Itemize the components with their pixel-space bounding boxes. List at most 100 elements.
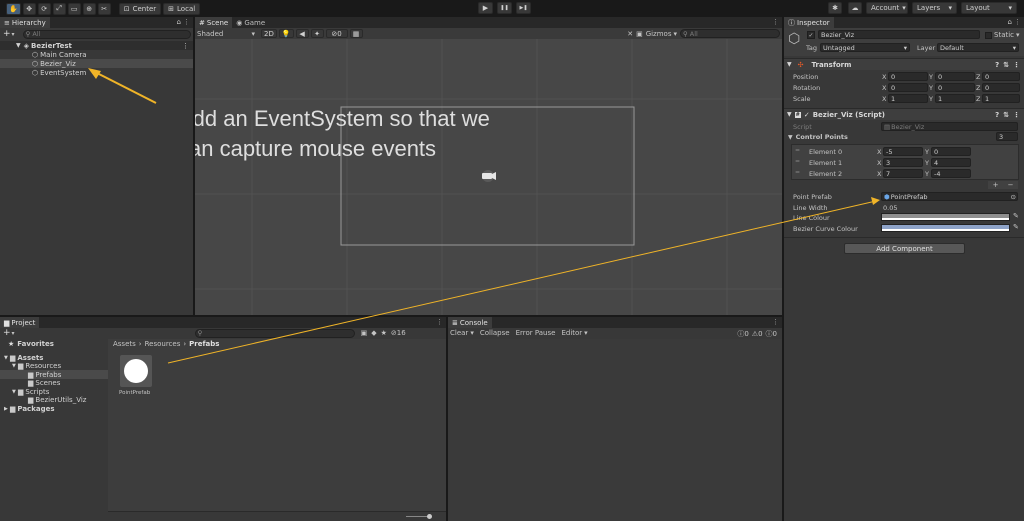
hierarchy-search-input[interactable]: ⚲ All: [22, 29, 191, 39]
layer-dropdown[interactable]: Default ▾: [937, 43, 1019, 52]
element-y-field[interactable]: 0: [931, 147, 971, 156]
tag-dropdown[interactable]: Untagged ▾: [820, 43, 910, 52]
static-checkbox[interactable]: [985, 31, 992, 39]
component-menu-icon[interactable]: ⋮: [1013, 61, 1020, 69]
rect-tool-button[interactable]: ▭: [67, 2, 81, 15]
project-tree-item[interactable]: ▶ ▆ Packages: [0, 404, 108, 413]
scene-viewport[interactable]: Add an EventSystem so that we can captur…: [195, 39, 782, 315]
more-icon[interactable]: ⋮: [772, 18, 779, 26]
rotate-tool-button[interactable]: ⟳: [37, 2, 51, 15]
transform-header[interactable]: ▼ ✣ Transform ? ⇅ ⋮: [784, 58, 1024, 70]
hidden-objects-button[interactable]: ⊘ 0: [325, 29, 348, 38]
hierarchy-item[interactable]: ⬡ EventSystem: [0, 68, 193, 77]
pivot-center-button[interactable]: ⊡ Center: [118, 2, 162, 15]
audio-button[interactable]: ◀: [295, 29, 309, 38]
enabled-checkbox[interactable]: ✓: [804, 111, 810, 119]
add-element-icon[interactable]: +: [993, 181, 999, 189]
scene-row[interactable]: ▼ ◈ BezierTest ⋮: [0, 41, 193, 50]
favorites-item[interactable]: ★ Favorites: [8, 339, 54, 348]
cloud-button[interactable]: ☁: [848, 2, 862, 14]
drag-handle-icon[interactable]: =: [795, 158, 800, 165]
remove-element-icon[interactable]: −: [1008, 181, 1014, 189]
filter-type-icon[interactable]: ▣: [361, 329, 368, 337]
static-toggle[interactable]: Static ▾: [985, 31, 1020, 39]
shading-dropdown[interactable]: Shaded ▾: [197, 30, 255, 38]
step-button[interactable]: ▶❚: [516, 2, 531, 14]
object-picker-icon[interactable]: ⊙: [1011, 193, 1016, 201]
preset-icon[interactable]: ⇅: [1003, 61, 1009, 69]
transform-z-field[interactable]: 1: [982, 94, 1020, 103]
curve-colour-swatch[interactable]: [881, 224, 1010, 232]
active-checkbox[interactable]: ✓: [807, 31, 815, 39]
favorite-icon[interactable]: ★: [381, 329, 387, 337]
component-menu-icon[interactable]: ⋮: [1013, 111, 1020, 119]
help-icon[interactable]: ?: [995, 111, 999, 119]
clear-button[interactable]: Clear ▾: [450, 329, 474, 337]
mode-2d-button[interactable]: 2D: [261, 29, 277, 38]
transform-y-field[interactable]: 0: [935, 72, 975, 81]
tab-project[interactable]: ▆ Project: [0, 317, 40, 328]
transform-x-field[interactable]: 0: [888, 72, 928, 81]
element-x-field[interactable]: 7: [883, 169, 923, 178]
error-filter-button[interactable]: ⓘ0: [737, 329, 748, 339]
tab-game[interactable]: ◉ Game: [232, 17, 269, 28]
asset-tile[interactable]: [120, 355, 152, 387]
layers-dropdown[interactable]: Layers ▾: [912, 2, 957, 14]
transform-x-field[interactable]: 1: [888, 94, 928, 103]
scene-menu-icon[interactable]: ⋮: [182, 42, 189, 50]
eyedropper-icon[interactable]: ✎: [1013, 223, 1019, 231]
transform-z-field[interactable]: 0: [982, 83, 1020, 92]
collab-button[interactable]: ✱: [828, 2, 842, 14]
camera-icon[interactable]: ▣: [636, 30, 643, 38]
script-field[interactable]: ▤ Bezier_Viz: [881, 122, 1018, 131]
more-icon[interactable]: ⋮: [1014, 18, 1021, 26]
error-pause-button[interactable]: Error Pause: [516, 329, 556, 337]
preset-icon[interactable]: ⇅: [1003, 111, 1009, 119]
gizmos-dropdown[interactable]: Gizmos ▾: [646, 30, 677, 38]
hand-tool-button[interactable]: ✋: [6, 2, 21, 15]
point-prefab-field[interactable]: ⬢ PointPrefab ⊙: [881, 192, 1018, 201]
transform-x-field[interactable]: 0: [888, 83, 928, 92]
add-icon[interactable]: +: [3, 328, 11, 338]
more-icon[interactable]: ⋮: [436, 318, 443, 326]
tab-hierarchy[interactable]: ≡ Hierarchy: [0, 17, 50, 28]
scale-tool-button[interactable]: ⤢: [52, 2, 66, 15]
lighting-button[interactable]: 💡: [278, 29, 294, 38]
line-width-value[interactable]: 0.05: [883, 204, 897, 212]
add-icon[interactable]: +: [3, 29, 11, 39]
transform-y-field[interactable]: 1: [935, 94, 975, 103]
lock-icon[interactable]: ⌂: [1008, 18, 1012, 26]
editor-dropdown[interactable]: Editor ▾: [561, 329, 587, 337]
filter-label-icon[interactable]: ◆: [371, 329, 376, 337]
element-x-field[interactable]: -5: [883, 147, 923, 156]
tab-scene[interactable]: # Scene: [195, 17, 233, 28]
script-header[interactable]: ▼ # ✓ Bezier_Viz (Script) ? ⇅ ⋮: [784, 108, 1024, 120]
drag-handle-icon[interactable]: =: [795, 169, 800, 176]
zoom-slider-handle[interactable]: [427, 514, 432, 519]
control-points-foldout[interactable]: ▼ Control Points: [788, 133, 848, 141]
tools-icon[interactable]: ✕: [627, 30, 633, 38]
account-dropdown[interactable]: Account ▾: [866, 2, 908, 14]
drag-handle-icon[interactable]: =: [795, 147, 800, 154]
dropdown-arrow-icon[interactable]: ▾: [12, 31, 15, 38]
breadcrumb-item[interactable]: Assets: [113, 340, 136, 348]
custom-tool-button[interactable]: ✂: [97, 2, 111, 15]
pause-button[interactable]: ❚❚: [497, 2, 512, 14]
hierarchy-item-selected[interactable]: ⬡ Bezier_Viz: [0, 59, 193, 68]
element-x-field[interactable]: 3: [883, 158, 923, 167]
move-tool-button[interactable]: ✥: [22, 2, 36, 15]
collapse-button[interactable]: Collapse: [480, 329, 510, 337]
pivot-local-button[interactable]: ⊞ Local: [163, 2, 201, 15]
transform-z-field[interactable]: 0: [982, 72, 1020, 81]
more-icon[interactable]: ⋮: [183, 18, 190, 26]
object-name-field[interactable]: Bezier_Viz: [818, 30, 980, 39]
add-component-button[interactable]: Add Component: [844, 243, 965, 254]
breadcrumb-item[interactable]: Resources: [145, 340, 181, 348]
element-y-field[interactable]: 4: [931, 158, 971, 167]
transform-tool-button[interactable]: ⊕: [82, 2, 96, 15]
console-log-area[interactable]: [448, 339, 782, 521]
warning-filter-button[interactable]: ⚠0: [752, 330, 763, 338]
layout-dropdown[interactable]: Layout ▾: [961, 2, 1017, 14]
transform-y-field[interactable]: 0: [935, 83, 975, 92]
help-icon[interactable]: ?: [995, 61, 999, 69]
